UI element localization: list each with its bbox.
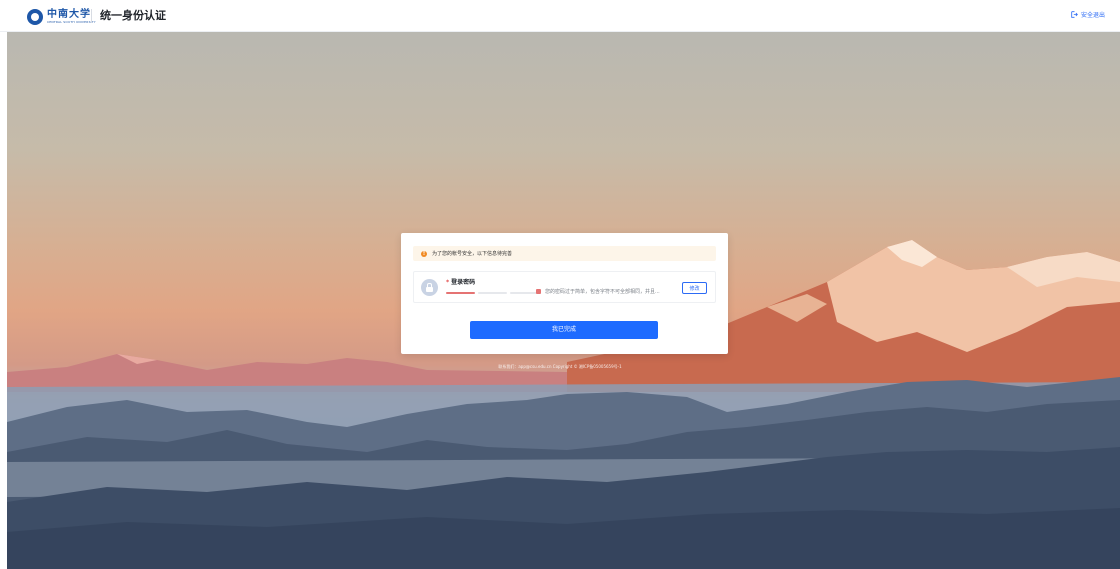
warning-icon: !: [421, 250, 427, 257]
logo-name-en: CENTRAL SOUTH UNIVERSITY: [47, 20, 96, 24]
password-hint: 您的密码过于简单，包含字符不可全部相同，并且...: [545, 289, 660, 295]
required-mark: *: [446, 279, 450, 286]
password-item: * 登录密码 您的密码过于简单，包含字符不可全部相同，并且... 修改: [413, 271, 716, 303]
logout-button[interactable]: 安全退出: [1071, 10, 1105, 19]
lock-icon: [421, 279, 438, 296]
logout-label: 安全退出: [1080, 12, 1105, 19]
weak-strength-badge: [536, 289, 541, 294]
password-strength-bar: [446, 292, 539, 294]
strength-segment-1: [446, 292, 475, 294]
system-title: 统一身份认证: [100, 9, 166, 22]
footer-text: 联系我们：app@csu.edu.cn Copyright © 湘ICP备050…: [498, 364, 622, 369]
emblem-icon: [27, 9, 43, 25]
password-label-text: 登录密码: [451, 279, 476, 286]
logo-name-cn: 中南大学: [47, 9, 91, 20]
university-logo[interactable]: 中南大学 CENTRAL SOUTH UNIVERSITY: [27, 8, 96, 26]
edit-password-button[interactable]: 修改: [682, 282, 707, 294]
info-completion-card: ! 为了您的帐号安全，以下信息待完善 * 登录密码 您的密码过于简单，包含字符不可…: [401, 233, 728, 354]
notice-text: 为了您的帐号安全，以下信息待完善: [432, 251, 513, 257]
done-button[interactable]: 我已完成: [470, 321, 658, 339]
page: 中南大学 CENTRAL SOUTH UNIVERSITY 统一身份认证 安全退…: [0, 0, 1120, 569]
logout-icon: [1071, 11, 1078, 18]
top-header: 中南大学 CENTRAL SOUTH UNIVERSITY 统一身份认证 安全退…: [0, 0, 1120, 32]
strength-segment-2: [478, 292, 507, 294]
password-label: * 登录密码: [446, 277, 475, 286]
strength-segment-3: [510, 292, 539, 294]
security-notice: ! 为了您的帐号安全，以下信息待完善: [413, 246, 716, 261]
header-divider: [91, 9, 92, 23]
